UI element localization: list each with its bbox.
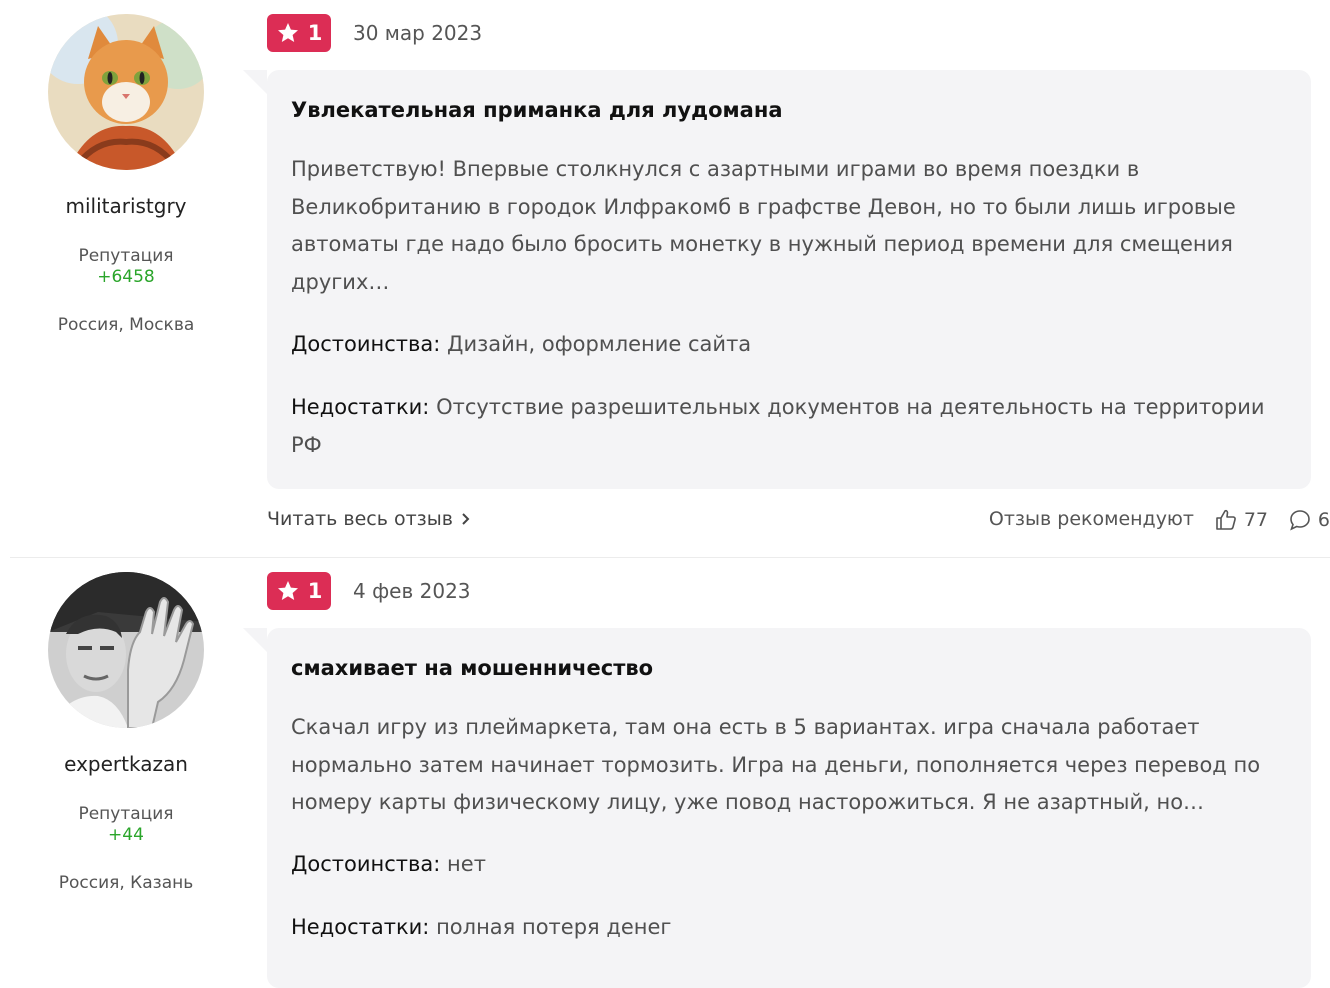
avatar[interactable]: [48, 572, 204, 728]
review-cons: Недостатки: Отсутствие разрешительных до…: [291, 389, 1291, 464]
review-pros: Достоинства: нет: [291, 846, 1291, 884]
author-location: Россия, Казань: [58, 873, 194, 893]
username[interactable]: militaristgry: [10, 194, 242, 218]
chevron-right-icon: [462, 513, 470, 525]
cons-label: Недостатки:: [291, 915, 430, 939]
comments-button[interactable]: 6: [1288, 508, 1330, 532]
cons-text: полная потеря денег: [436, 915, 672, 939]
bubble-tail: [243, 628, 267, 652]
rating-badge: 1: [267, 572, 331, 610]
like-button[interactable]: 77: [1214, 508, 1268, 532]
reputation-value: +44: [108, 825, 144, 845]
bubble-tail: [243, 70, 267, 94]
avatar[interactable]: [48, 14, 204, 170]
cons-text: Отсутствие разрешительных документов на …: [291, 395, 1265, 457]
review-text: Приветствую! Впервые столкнулся с азартн…: [291, 157, 1236, 294]
star-icon: [277, 23, 298, 42]
review-card: militaristgry Репутация +6458 Россия, Мо…: [10, 0, 1330, 558]
review-title[interactable]: смахивает на мошенничество: [291, 656, 653, 680]
thumbs-up-icon: [1216, 509, 1236, 530]
comments-count: 6: [1317, 509, 1330, 531]
author-location: Россия, Москва: [57, 315, 195, 335]
cons-label: Недостатки:: [291, 395, 430, 419]
pros-label: Достоинства:: [291, 332, 441, 356]
review-title[interactable]: Увлекательная приманка для лудомана: [291, 98, 783, 122]
reputation-value: +6458: [97, 267, 155, 287]
review-text: Скачал игру из плеймаркета, там она есть…: [291, 715, 1261, 814]
review-date: 30 мар 2023: [353, 21, 483, 45]
likes-count: 77: [1243, 509, 1268, 531]
reputation-label: Репутация: [78, 246, 174, 266]
review-card: expertkazan Репутация +44 Россия, Казань…: [10, 558, 1330, 988]
pros-label: Достоинства:: [291, 852, 441, 876]
read-more-link[interactable]: Читать весь отзыв: [267, 508, 471, 530]
review-pros: Достоинства: Дизайн, оформление сайта: [291, 326, 1291, 364]
recommend-label: Отзыв рекомендуют: [988, 508, 1194, 530]
comment-icon: [1290, 510, 1310, 531]
photo-avatar-image: [48, 572, 204, 728]
review-footer: Читать весь отзыв Отзыв рекомендуют 77 6: [267, 508, 1330, 536]
review-body: Увлекательная приманка для лудомана Прив…: [243, 70, 1311, 489]
username[interactable]: expertkazan: [10, 752, 242, 776]
review-cons: Недостатки: полная потеря денег: [291, 909, 1291, 947]
review-body: смахивает на мошенничество Скачал игру и…: [243, 628, 1311, 988]
star-icon: [277, 581, 298, 600]
rating-value: 1: [307, 21, 323, 45]
reputation-label: Репутация: [78, 804, 174, 824]
review-date: 4 фев 2023: [353, 579, 471, 603]
pros-text: Дизайн, оформление сайта: [447, 332, 752, 356]
cat-avatar-image: [48, 14, 204, 170]
rating-badge: 1: [267, 14, 331, 52]
rating-value: 1: [307, 579, 323, 603]
pros-text: нет: [447, 852, 486, 876]
read-more-label: Читать весь отзыв: [267, 508, 453, 530]
